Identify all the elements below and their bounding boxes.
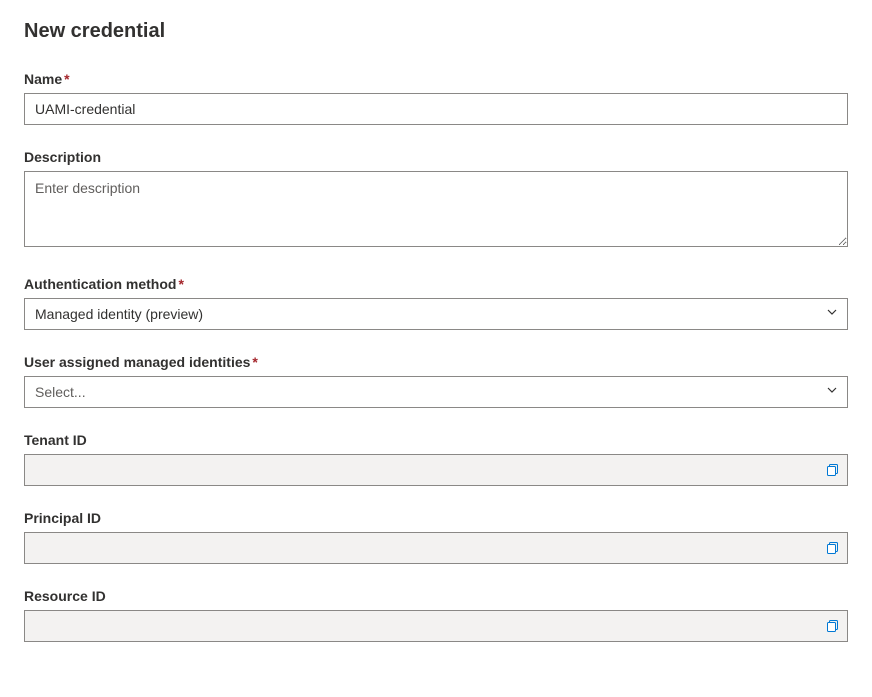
resource-id-field-group: Resource ID [24, 588, 848, 642]
principal-id-label-text: Principal ID [24, 510, 101, 526]
description-label: Description [24, 149, 848, 165]
uami-select-wrapper: Select... [24, 376, 848, 408]
uami-placeholder: Select... [35, 384, 86, 400]
copy-icon[interactable] [826, 463, 840, 477]
name-input[interactable] [24, 93, 848, 125]
uami-select[interactable]: Select... [24, 376, 848, 408]
principal-id-wrapper [24, 532, 848, 564]
required-asterisk: * [252, 354, 257, 370]
name-label-text: Name [24, 71, 62, 87]
resource-id-label-text: Resource ID [24, 588, 106, 604]
page-title: New credential [24, 20, 848, 43]
tenant-id-wrapper [24, 454, 848, 486]
auth-method-field-group: Authentication method* Managed identity … [24, 276, 848, 330]
resource-id-label: Resource ID [24, 588, 848, 604]
uami-field-group: User assigned managed identities* Select… [24, 354, 848, 408]
description-label-text: Description [24, 149, 101, 165]
principal-id-field-group: Principal ID [24, 510, 848, 564]
principal-id-label: Principal ID [24, 510, 848, 526]
auth-method-selected-value: Managed identity (preview) [35, 306, 203, 322]
principal-id-value [24, 532, 848, 564]
tenant-id-value [24, 454, 848, 486]
tenant-id-label: Tenant ID [24, 432, 848, 448]
resource-id-wrapper [24, 610, 848, 642]
auth-method-label-text: Authentication method [24, 276, 176, 292]
name-field-group: Name* [24, 71, 848, 125]
copy-icon[interactable] [826, 619, 840, 633]
auth-method-select-wrapper: Managed identity (preview) [24, 298, 848, 330]
uami-label-text: User assigned managed identities [24, 354, 250, 370]
tenant-id-label-text: Tenant ID [24, 432, 87, 448]
copy-icon[interactable] [826, 541, 840, 555]
resource-id-value [24, 610, 848, 642]
tenant-id-field-group: Tenant ID [24, 432, 848, 486]
uami-label: User assigned managed identities* [24, 354, 848, 370]
required-asterisk: * [64, 71, 69, 87]
description-field-group: Description [24, 149, 848, 252]
required-asterisk: * [178, 276, 183, 292]
auth-method-label: Authentication method* [24, 276, 848, 292]
description-textarea[interactable] [24, 171, 848, 247]
auth-method-select[interactable]: Managed identity (preview) [24, 298, 848, 330]
name-label: Name* [24, 71, 848, 87]
